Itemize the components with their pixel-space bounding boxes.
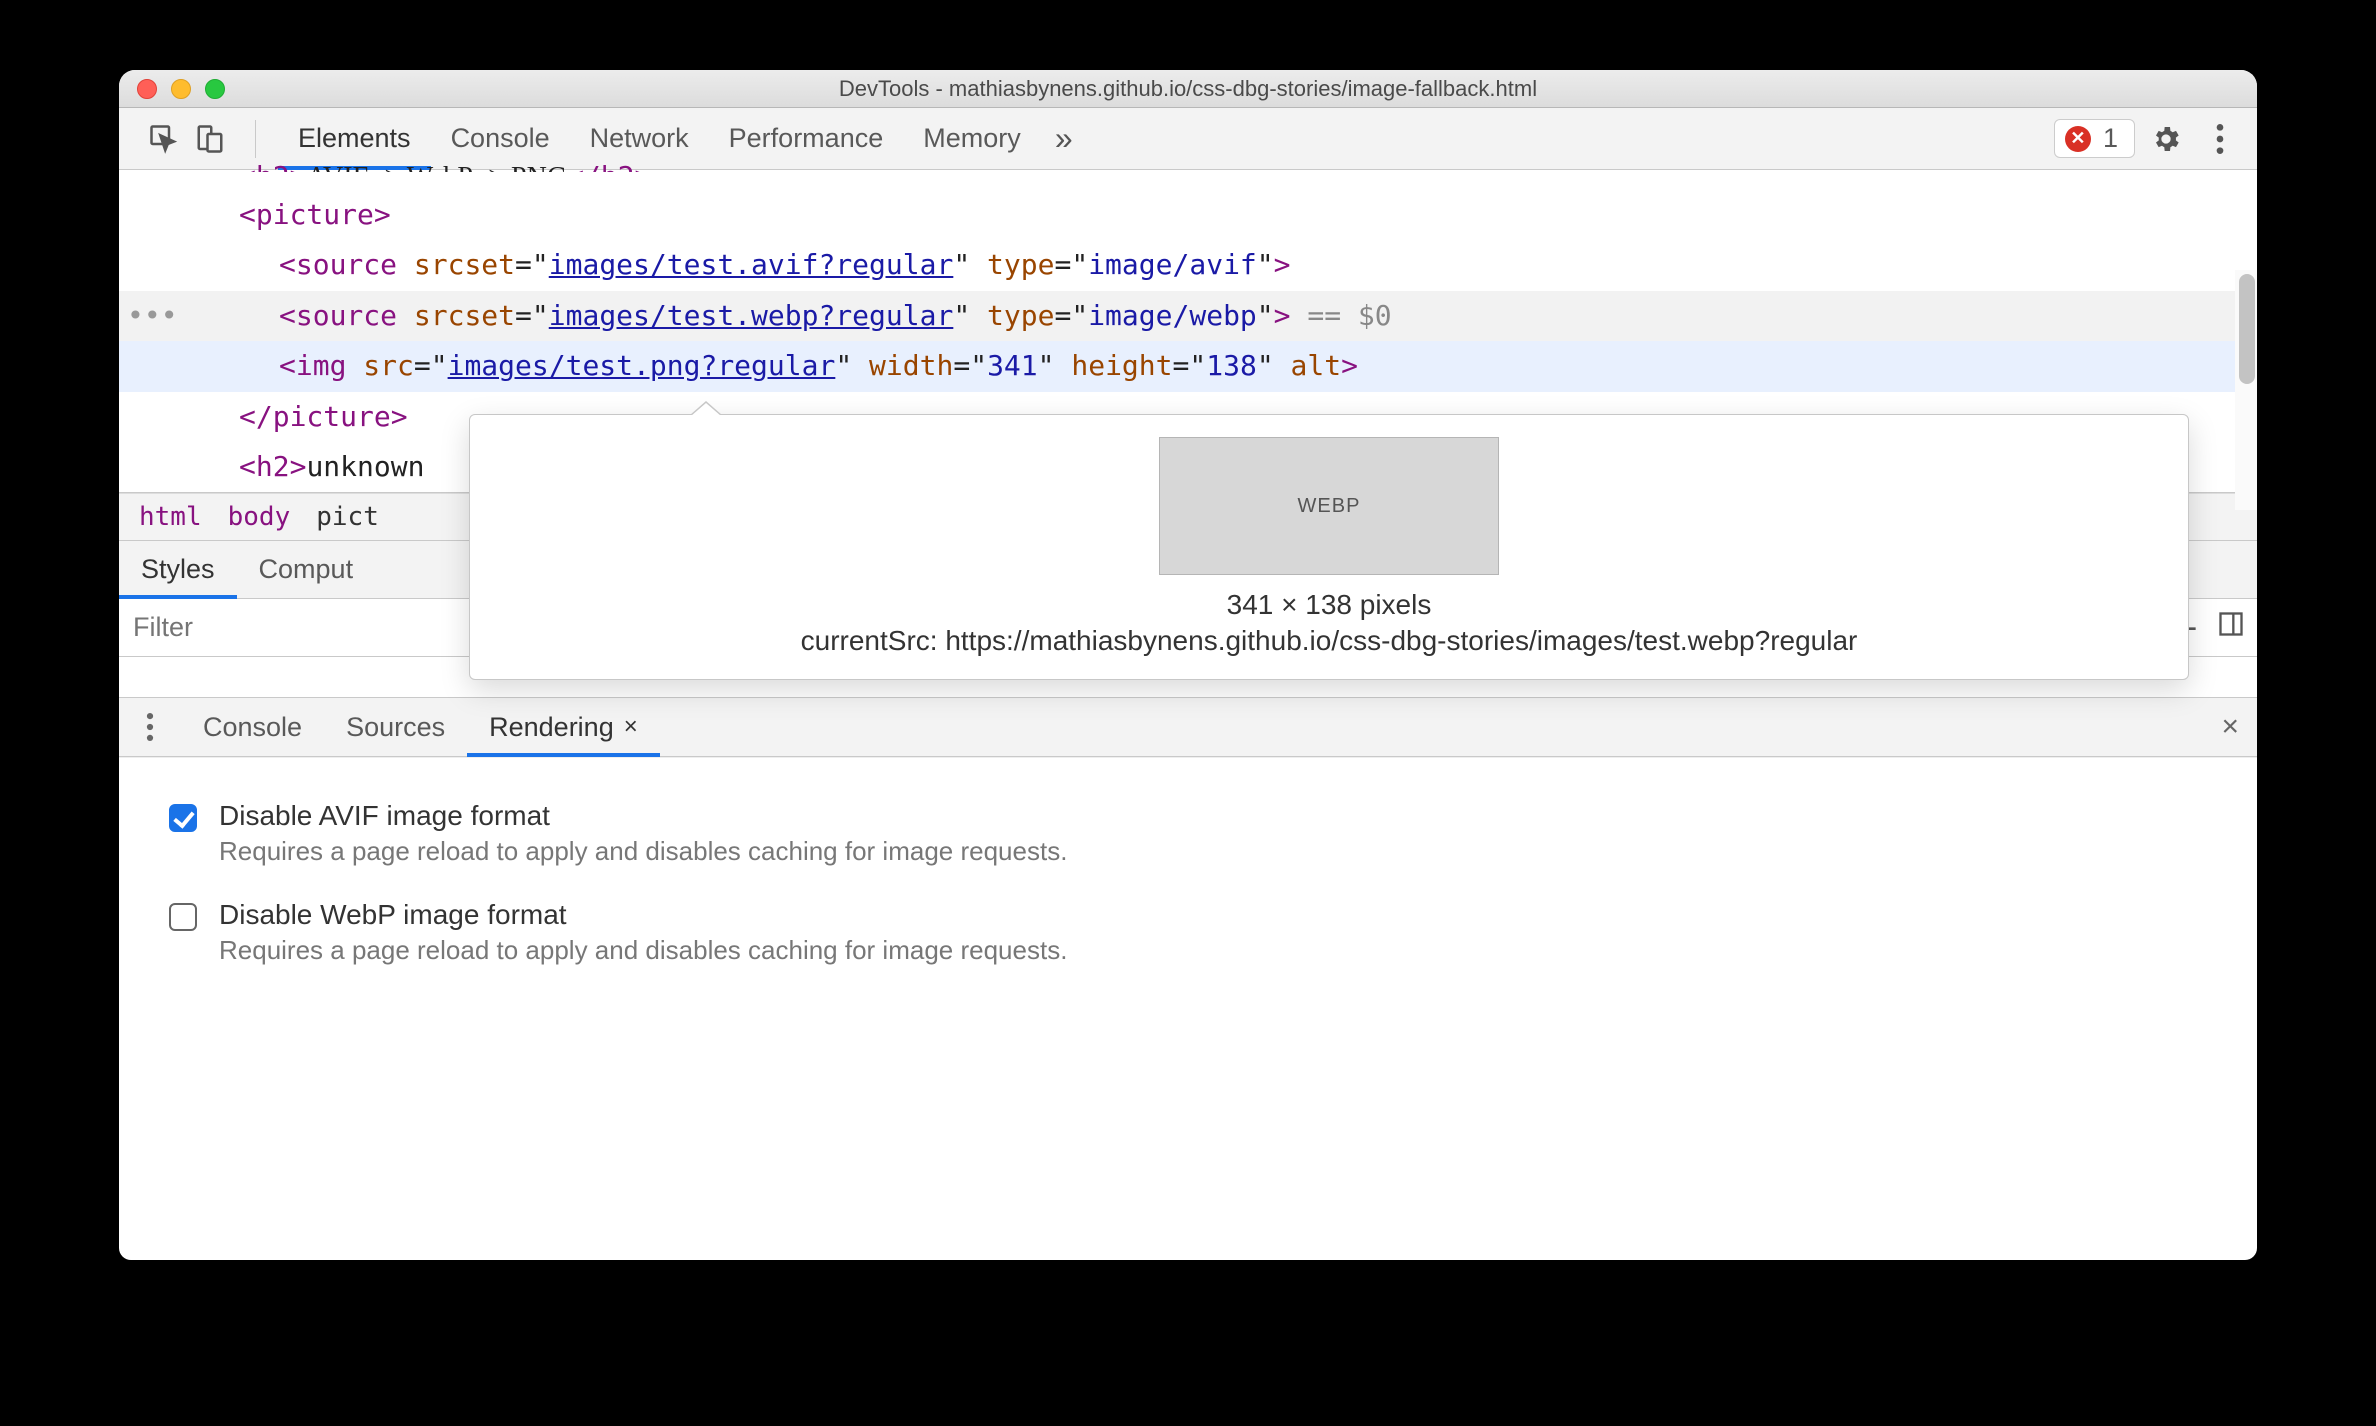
- styles-pane-menu-icon[interactable]: [2217, 610, 2245, 645]
- option-title: Disable AVIF image format: [219, 800, 1067, 832]
- window-title: DevTools - mathiasbynens.github.io/css-d…: [119, 76, 2257, 102]
- rendering-panel: Disable AVIF image format Requires a pag…: [119, 757, 2257, 1040]
- selected-node-marker: == $0: [1307, 299, 1391, 332]
- option-title: Disable WebP image format: [219, 899, 1067, 931]
- tooltip-dimensions: 341 × 138 pixels: [494, 589, 2164, 621]
- titlebar: DevTools - mathiasbynens.github.io/css-d…: [119, 70, 2257, 108]
- option-disable-webp: Disable WebP image format Requires a pag…: [169, 899, 2207, 966]
- option-desc: Requires a page reload to apply and disa…: [219, 836, 1067, 867]
- close-drawer-icon[interactable]: ×: [2221, 710, 2239, 744]
- drawer-tab-sources[interactable]: Sources: [324, 697, 467, 757]
- error-icon: ✕: [2065, 126, 2091, 152]
- crumb-html[interactable]: html: [139, 502, 202, 532]
- checkbox-disable-avif[interactable]: [169, 804, 197, 832]
- source-webp-selected[interactable]: ••• <source srcset="images/test.webp?reg…: [119, 291, 2257, 341]
- source-avif[interactable]: <source srcset="images/test.avif?regular…: [119, 240, 2257, 290]
- crumb-picture[interactable]: pict: [316, 502, 379, 532]
- drawer-tabs: Console Sources Rendering × ×: [119, 697, 2257, 757]
- styles-tab[interactable]: Styles: [119, 541, 237, 599]
- computed-tab[interactable]: Comput: [237, 541, 376, 599]
- option-disable-avif: Disable AVIF image format Requires a pag…: [169, 800, 2207, 867]
- overflow-dots-icon[interactable]: •••: [127, 291, 178, 341]
- crumb-body[interactable]: body: [228, 502, 291, 532]
- picture-open-tag[interactable]: <picture>: [119, 190, 2257, 240]
- thumbnail-label: WEBP: [1298, 495, 1361, 518]
- styles-filter-input[interactable]: [133, 612, 433, 643]
- dom-scrollbar-thumb[interactable]: [2239, 274, 2255, 384]
- thumbnail-preview: WEBP: [1159, 437, 1499, 575]
- drawer-menu-icon[interactable]: [127, 704, 173, 750]
- close-tab-icon[interactable]: ×: [624, 713, 638, 741]
- dom-scrollbar-track: [2235, 270, 2257, 510]
- checkbox-disable-webp[interactable]: [169, 903, 197, 931]
- image-hover-tooltip: WEBP 341 × 138 pixels currentSrc: https:…: [469, 414, 2189, 680]
- option-desc: Requires a page reload to apply and disa…: [219, 935, 1067, 966]
- tooltip-current-src: currentSrc: https://mathiasbynens.github…: [494, 625, 2164, 657]
- img-tag-hovered[interactable]: <img src="images/test.png?regular" width…: [119, 341, 2257, 391]
- drawer-tab-rendering[interactable]: Rendering ×: [467, 697, 660, 757]
- error-count: 1: [2103, 123, 2118, 154]
- drawer-tab-console[interactable]: Console: [181, 697, 324, 757]
- devtools-window: DevTools - mathiasbynens.github.io/css-d…: [119, 70, 2257, 1260]
